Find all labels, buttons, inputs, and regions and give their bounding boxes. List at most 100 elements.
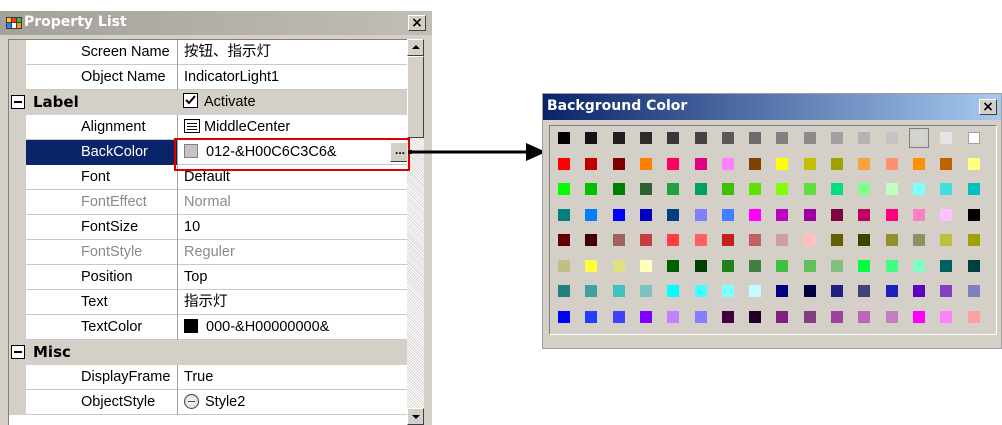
property-row-font[interactable]: Font Default bbox=[9, 165, 407, 190]
color-swatch[interactable] bbox=[804, 260, 816, 272]
color-swatch[interactable] bbox=[667, 209, 679, 221]
color-swatch[interactable] bbox=[722, 260, 734, 272]
color-swatch[interactable] bbox=[695, 183, 707, 195]
color-swatch[interactable] bbox=[804, 234, 816, 246]
scroll-up-button[interactable] bbox=[407, 39, 424, 56]
color-swatch[interactable] bbox=[940, 183, 952, 195]
color-swatch[interactable] bbox=[585, 132, 597, 144]
color-swatch[interactable] bbox=[749, 260, 761, 272]
property-row-font-size[interactable]: FontSize 10 bbox=[9, 215, 407, 240]
color-swatch[interactable] bbox=[913, 285, 925, 297]
property-list-titlebar[interactable]: Property List × bbox=[0, 11, 432, 35]
color-swatch[interactable] bbox=[858, 209, 870, 221]
property-row-screen-name[interactable]: Screen Name 按钮、指示灯 bbox=[9, 40, 407, 65]
color-swatch[interactable] bbox=[831, 234, 843, 246]
color-swatch[interactable] bbox=[858, 285, 870, 297]
category-value[interactable]: Activate bbox=[177, 90, 407, 115]
property-value[interactable]: 按钮、指示灯 bbox=[177, 40, 407, 65]
color-swatch[interactable] bbox=[585, 158, 597, 170]
color-swatch[interactable] bbox=[749, 209, 761, 221]
property-row-font-effect[interactable]: FontEffect Normal bbox=[9, 190, 407, 215]
color-swatch[interactable] bbox=[804, 183, 816, 195]
color-swatch[interactable] bbox=[968, 234, 980, 246]
color-swatch[interactable] bbox=[722, 209, 734, 221]
color-swatch[interactable] bbox=[858, 311, 870, 323]
color-swatch[interactable] bbox=[558, 158, 570, 170]
color-swatch[interactable] bbox=[667, 158, 679, 170]
color-swatch[interactable] bbox=[831, 285, 843, 297]
color-swatch[interactable] bbox=[968, 132, 980, 144]
property-value[interactable]: Normal bbox=[177, 190, 407, 215]
color-swatch[interactable] bbox=[558, 132, 570, 144]
color-swatch[interactable] bbox=[776, 234, 788, 246]
color-swatch[interactable] bbox=[913, 260, 925, 272]
color-swatch[interactable] bbox=[858, 234, 870, 246]
color-swatch[interactable] bbox=[968, 311, 980, 323]
color-swatch[interactable] bbox=[613, 209, 625, 221]
color-swatch[interactable] bbox=[776, 158, 788, 170]
property-value[interactable]: Default bbox=[177, 165, 407, 190]
property-value[interactable]: True bbox=[177, 365, 407, 390]
category-row-label[interactable]: Label Activate bbox=[9, 90, 407, 115]
color-swatch[interactable] bbox=[776, 183, 788, 195]
color-swatch[interactable] bbox=[940, 260, 952, 272]
color-swatch[interactable] bbox=[749, 311, 761, 323]
background-color-titlebar[interactable]: Background Color × bbox=[543, 94, 1001, 120]
color-swatch[interactable] bbox=[804, 285, 816, 297]
color-swatch[interactable] bbox=[804, 311, 816, 323]
property-value[interactable]: 012-&H00C6C3C6& ... bbox=[177, 140, 410, 165]
property-row-text[interactable]: Text 指示灯 bbox=[9, 290, 407, 315]
color-swatch[interactable] bbox=[667, 234, 679, 246]
color-swatch[interactable] bbox=[858, 183, 870, 195]
color-swatch[interactable] bbox=[913, 311, 925, 323]
color-swatch[interactable] bbox=[804, 209, 816, 221]
color-swatch[interactable] bbox=[585, 234, 597, 246]
property-row-backcolor[interactable]: BackColor 012-&H00C6C3C6& ... bbox=[9, 140, 410, 165]
color-swatch[interactable] bbox=[722, 234, 734, 246]
color-swatch[interactable] bbox=[804, 132, 816, 144]
color-swatch[interactable] bbox=[776, 260, 788, 272]
color-swatch[interactable] bbox=[831, 183, 843, 195]
color-swatch[interactable] bbox=[667, 132, 679, 144]
collapse-icon[interactable] bbox=[11, 95, 25, 109]
color-swatch[interactable] bbox=[585, 260, 597, 272]
color-swatch[interactable] bbox=[776, 209, 788, 221]
color-swatch[interactable] bbox=[585, 183, 597, 195]
color-swatch[interactable] bbox=[968, 260, 980, 272]
color-swatch[interactable] bbox=[749, 285, 761, 297]
color-swatch[interactable] bbox=[831, 260, 843, 272]
color-swatch[interactable] bbox=[722, 311, 734, 323]
color-swatch[interactable] bbox=[749, 132, 761, 144]
color-swatch[interactable] bbox=[640, 209, 652, 221]
color-swatch[interactable] bbox=[640, 311, 652, 323]
color-swatch[interactable] bbox=[613, 132, 625, 144]
color-swatch[interactable] bbox=[776, 285, 788, 297]
color-swatch[interactable] bbox=[613, 234, 625, 246]
property-value[interactable]: Top bbox=[177, 265, 407, 290]
color-swatch[interactable] bbox=[613, 260, 625, 272]
color-swatch[interactable] bbox=[613, 285, 625, 297]
color-swatch[interactable] bbox=[640, 183, 652, 195]
color-swatch[interactable] bbox=[585, 285, 597, 297]
color-swatch[interactable] bbox=[940, 311, 952, 323]
property-value[interactable]: Style2 bbox=[177, 390, 407, 415]
color-swatch[interactable] bbox=[695, 132, 707, 144]
color-swatch[interactable] bbox=[776, 132, 788, 144]
property-value[interactable]: MiddleCenter bbox=[177, 115, 407, 140]
color-swatch[interactable] bbox=[913, 183, 925, 195]
color-swatch[interactable] bbox=[968, 209, 980, 221]
color-swatch[interactable] bbox=[831, 311, 843, 323]
color-swatch[interactable] bbox=[940, 209, 952, 221]
color-swatch[interactable] bbox=[667, 311, 679, 323]
color-swatch[interactable] bbox=[695, 285, 707, 297]
color-swatch[interactable] bbox=[640, 285, 652, 297]
color-swatch[interactable] bbox=[858, 158, 870, 170]
color-swatch[interactable] bbox=[886, 132, 898, 144]
color-swatch[interactable] bbox=[776, 311, 788, 323]
color-swatch[interactable] bbox=[613, 183, 625, 195]
color-swatch[interactable] bbox=[613, 158, 625, 170]
color-swatch[interactable] bbox=[695, 260, 707, 272]
property-row-position[interactable]: Position Top bbox=[9, 265, 407, 290]
color-swatch[interactable] bbox=[858, 132, 870, 144]
color-swatch[interactable] bbox=[886, 285, 898, 297]
